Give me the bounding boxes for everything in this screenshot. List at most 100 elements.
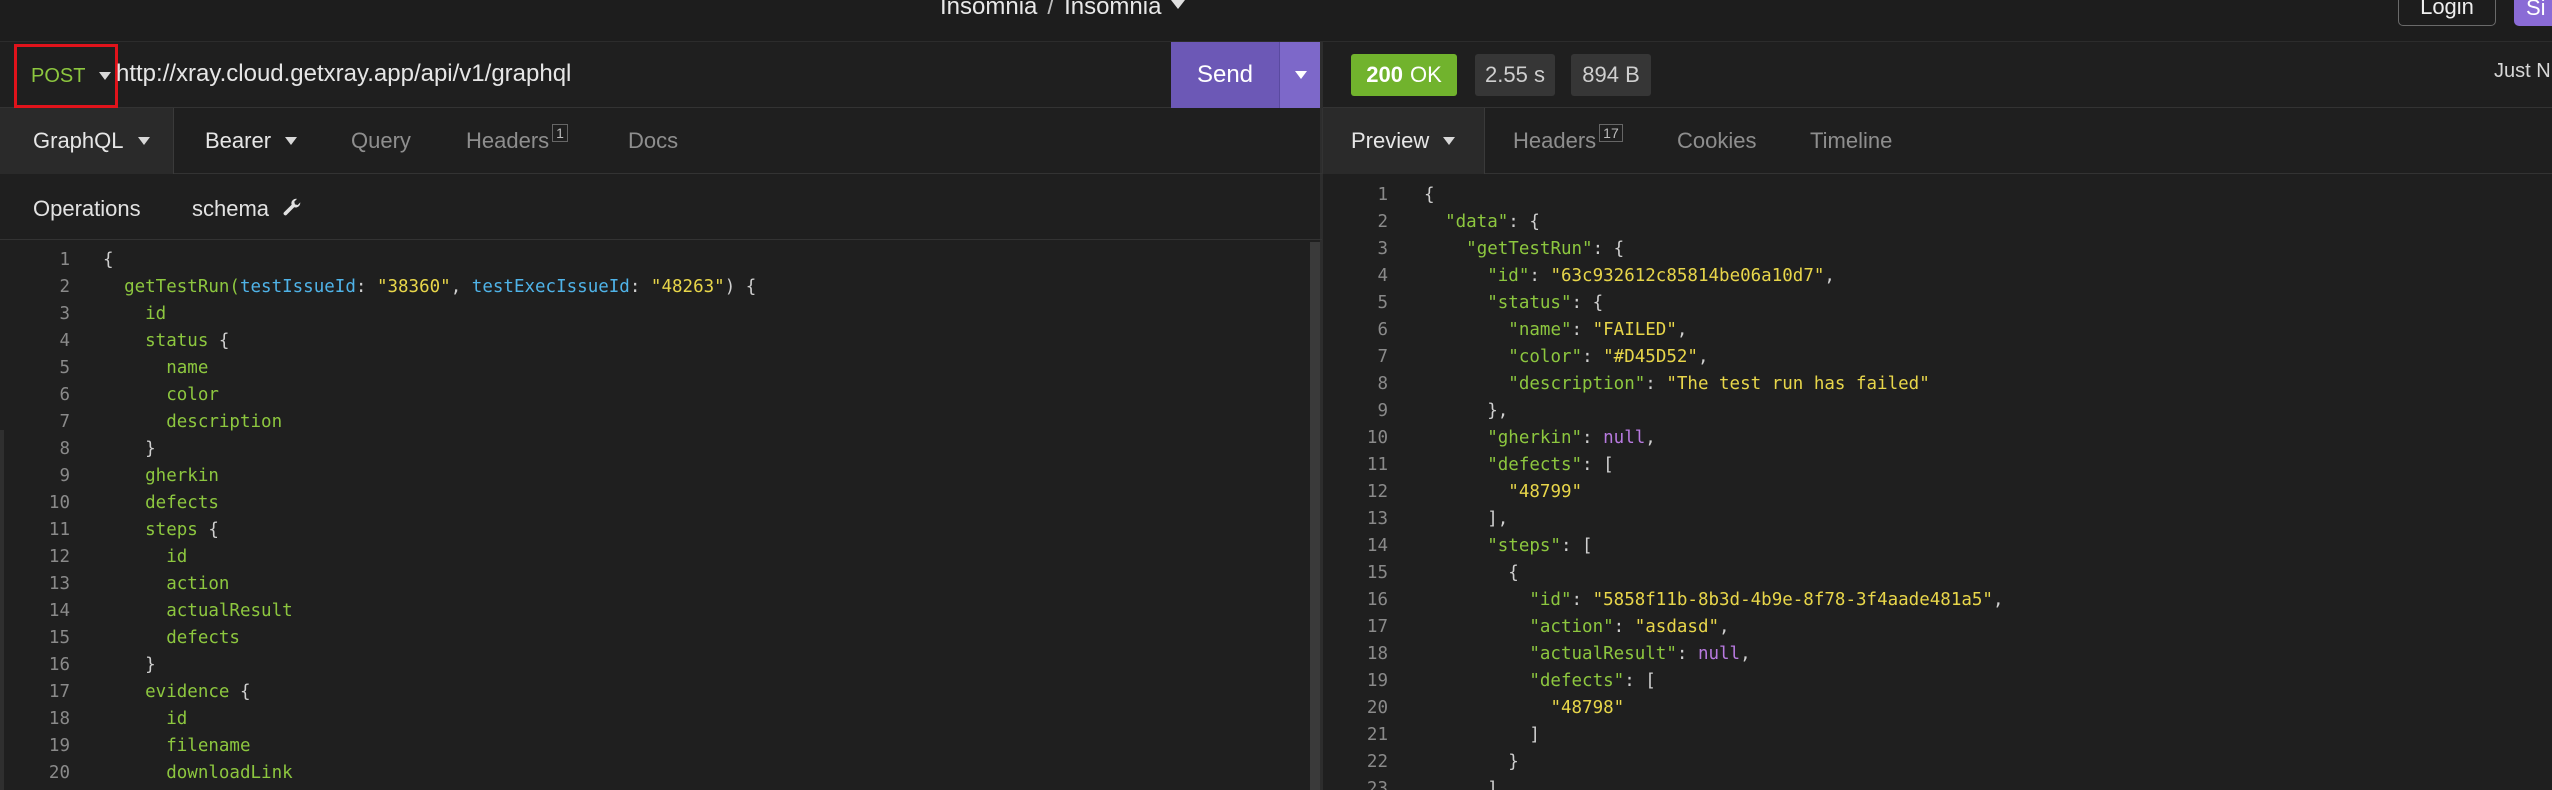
login-button[interactable]: Login: [2398, 0, 2496, 26]
tab-timeline[interactable]: Timeline: [1810, 108, 1892, 174]
code-text: ],: [1424, 506, 1508, 533]
code-text: defects: [103, 625, 240, 652]
code-text: {: [1424, 182, 1435, 209]
tab-headers[interactable]: Headers 1: [466, 108, 568, 174]
schema-label: schema: [192, 196, 270, 221]
code-token: color: [103, 385, 219, 405]
tab-label: Bearer: [205, 128, 272, 153]
code-token: }: [103, 439, 156, 459]
code-text: ]: [1424, 722, 1540, 749]
code-token: "48799": [1508, 482, 1583, 502]
code-token: "63c932612c85814be06a10d7": [1550, 266, 1825, 286]
schema-button[interactable]: schema: [192, 196, 303, 222]
code-line: 1{: [1322, 182, 2552, 209]
line-number: 22: [1366, 752, 1388, 772]
method-selector[interactable]: POST: [14, 44, 118, 108]
code-line: 13 ],: [1322, 506, 2552, 533]
code-line: 9 gherkin: [0, 463, 1322, 490]
code-line: 4 "id": "63c932612c85814be06a10d7",: [1322, 263, 2552, 290]
tab-cookies[interactable]: Cookies: [1677, 108, 1756, 174]
tab-label: Timeline: [1810, 128, 1893, 153]
editor-scrollbar[interactable]: [1310, 242, 1320, 790]
code-token: gherkin: [103, 466, 219, 486]
code-line: 20 downloadLink: [0, 760, 1322, 787]
code-token: :: [1571, 590, 1593, 610]
line-number: 12: [48, 547, 70, 567]
code-token: : [: [1560, 536, 1593, 556]
gutter-edge: [0, 430, 4, 790]
line-number: 8: [59, 439, 70, 459]
code-text: "actualResult": null,: [1424, 641, 1750, 668]
tab-label: Headers: [466, 128, 550, 153]
tab-query[interactable]: Query: [351, 108, 411, 174]
tab-bearer[interactable]: Bearer: [205, 108, 298, 174]
send-button[interactable]: Send: [1171, 42, 1279, 108]
line-number: 4: [59, 331, 70, 351]
code-token: "getTestRun": [1466, 239, 1593, 259]
code-token: : [: [1624, 671, 1656, 691]
code-line: 7 description: [0, 409, 1322, 436]
project-name[interactable]: Insomnia: [1064, 0, 1161, 20]
code-token: "The test run has failed": [1666, 374, 1930, 394]
headers-count-badge: 17: [1599, 124, 1623, 142]
code-token: "action": [1529, 617, 1614, 637]
code-token: "id": [1487, 266, 1530, 286]
code-token: "actualResult": [1529, 644, 1677, 664]
line-number: 11: [48, 520, 70, 540]
chevron-down-icon[interactable]: [1171, 0, 1186, 9]
method-label: POST: [31, 64, 86, 87]
code-line: 6 color: [0, 382, 1322, 409]
code-text: actualResult: [103, 598, 292, 625]
tab-label: Headers: [1513, 128, 1597, 153]
line-number: 15: [48, 628, 70, 648]
code-token: {: [103, 250, 114, 270]
operations-button[interactable]: Operations: [33, 196, 141, 222]
code-token: {: [229, 682, 251, 702]
code-text: evidence {: [103, 679, 251, 706]
code-token: :: [1676, 644, 1698, 664]
response-preview[interactable]: 1{2 "data": {3 "getTestRun": {4 "id": "6…: [1322, 182, 2552, 790]
url-input[interactable]: http://xray.cloud.getxray.app/api/v1/gra…: [116, 60, 571, 88]
code-line: 16 "id": "5858f11b-8b3d-4b9e-8f78-3f4aad…: [1322, 587, 2552, 614]
line-number: 8: [1377, 374, 1388, 394]
code-token: {: [1424, 185, 1435, 205]
code-line: 22 }: [1322, 749, 2552, 776]
code-token: "48798": [1550, 698, 1625, 718]
code-token: id: [103, 547, 188, 567]
line-number: 5: [1377, 293, 1388, 313]
tab-label: GraphQL: [33, 128, 124, 153]
tab-preview[interactable]: Preview: [1323, 108, 1485, 174]
code-token: defects: [103, 628, 240, 648]
send-options-button[interactable]: [1279, 42, 1322, 108]
code-token: downloadLink: [103, 763, 293, 783]
signup-button[interactable]: Si: [2514, 0, 2552, 26]
code-token: ],: [1424, 509, 1509, 529]
tab-graphql[interactable]: GraphQL: [0, 108, 174, 174]
code-token: "color": [1508, 347, 1583, 367]
code-token: "defects": [1529, 671, 1625, 691]
code-text: {: [1424, 560, 1519, 587]
code-text: "data": {: [1424, 209, 1540, 236]
code-line: 2 "data": {: [1322, 209, 2552, 236]
headers-count-badge: 1: [552, 124, 568, 142]
title-bar: Insomnia / Insomnia Login Si: [0, 0, 2552, 42]
line-number: 6: [59, 385, 70, 405]
code-token: : {: [1571, 293, 1604, 313]
response-tabs: Preview Headers 17 Cookies Timeline: [1322, 108, 2552, 174]
line-number: 6: [1377, 320, 1388, 340]
workspace-breadcrumb[interactable]: Insomnia / Insomnia: [940, 0, 1186, 21]
code-text: status {: [103, 328, 229, 355]
line-number: 23: [1366, 779, 1388, 790]
line-number: 16: [48, 655, 70, 675]
code-line: 15 defects: [0, 625, 1322, 652]
tab-docs[interactable]: Docs: [628, 108, 678, 174]
query-editor[interactable]: 1{2 getTestRun(testIssueId: "38360", tes…: [0, 247, 1322, 787]
tab-label: Cookies: [1677, 128, 1757, 153]
line-number: 18: [48, 709, 70, 729]
tab-response-headers[interactable]: Headers 17: [1513, 108, 1623, 174]
workspace-name[interactable]: Insomnia: [940, 0, 1037, 20]
